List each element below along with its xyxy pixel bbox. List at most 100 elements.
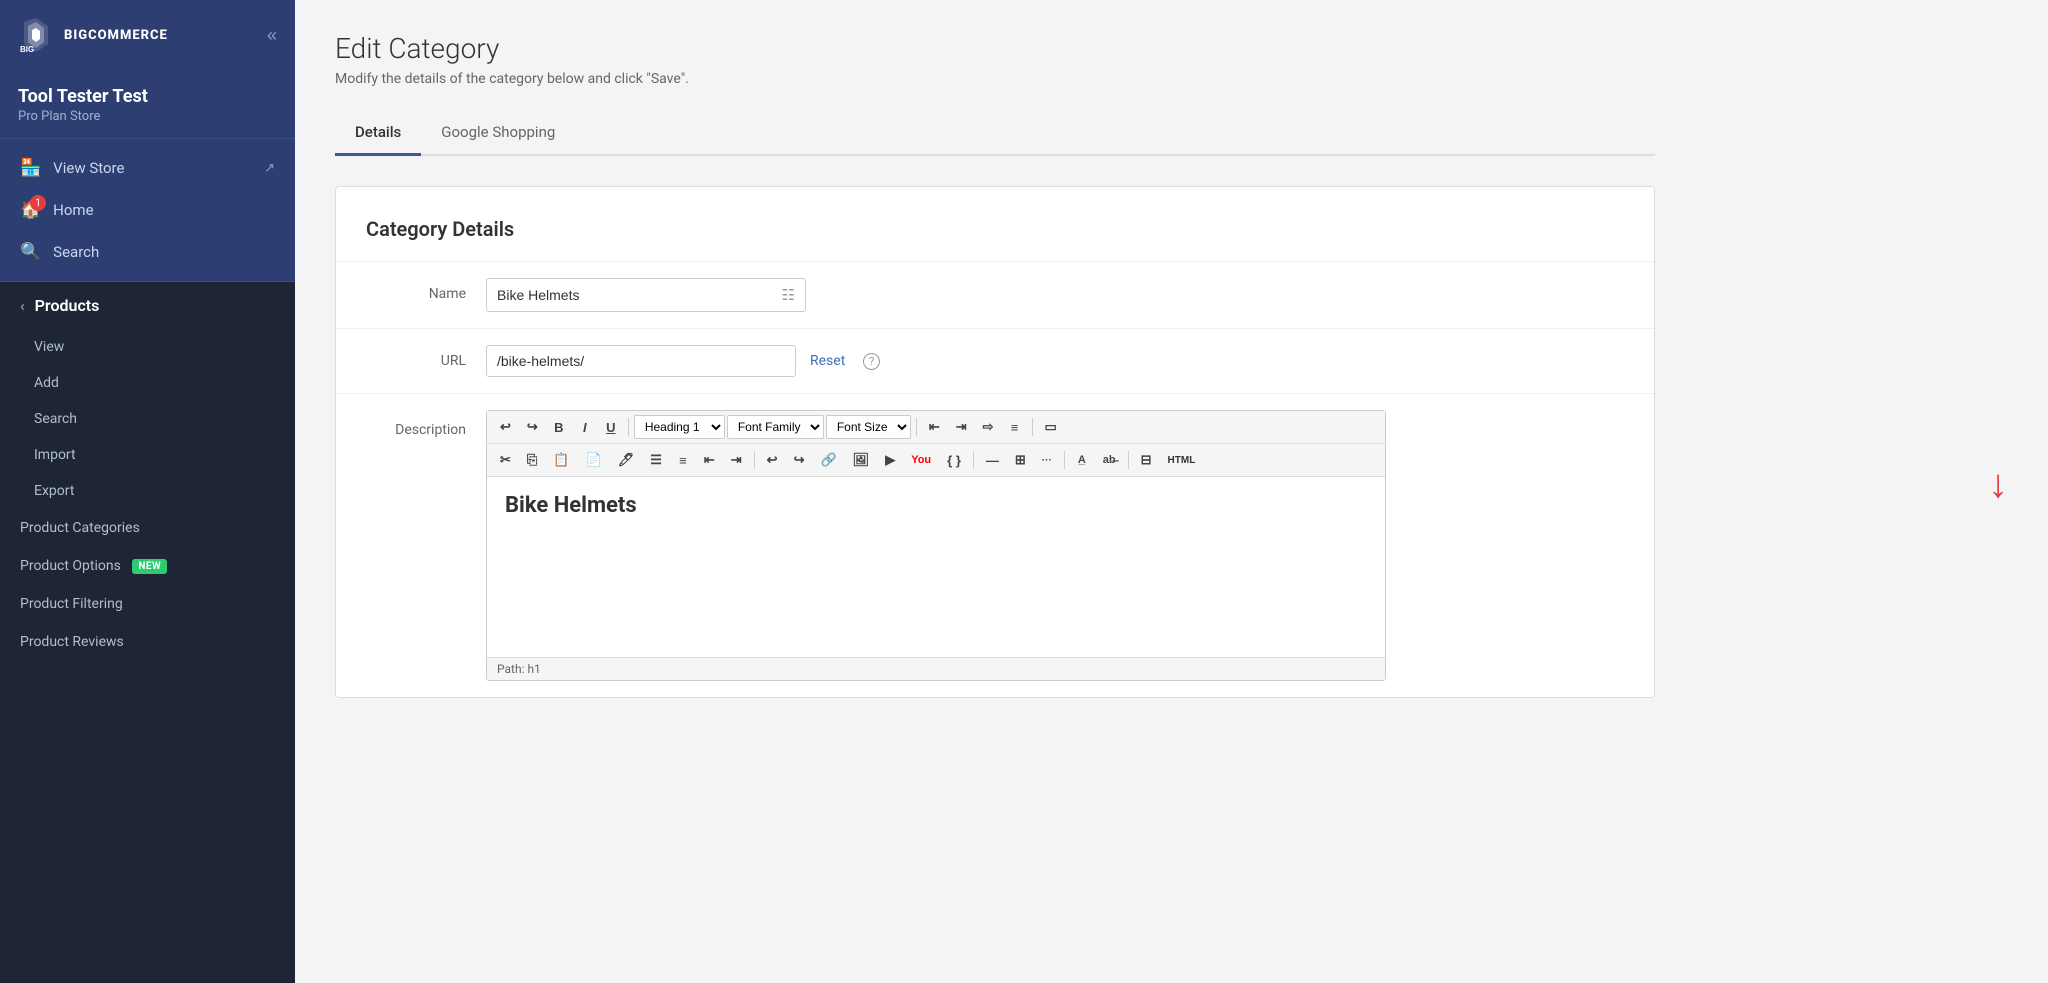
youtube-button[interactable]: You (904, 450, 938, 470)
undo-button[interactable]: ↩ (493, 415, 518, 439)
html-button[interactable]: HTML (1161, 451, 1203, 470)
editor-body[interactable]: Bike Helmets (487, 477, 1385, 657)
external-link-icon: ↗ (264, 161, 275, 176)
url-label: URL (366, 345, 486, 369)
font-family-select[interactable]: Font Family (727, 415, 824, 439)
search-nav-label: Search (53, 243, 99, 261)
name-row: Name ☷ (336, 261, 1654, 328)
style2-button[interactable]: ab̶ (1096, 450, 1123, 470)
home-badge: 1 (30, 195, 46, 211)
url-row-inner: Reset ? (486, 345, 1624, 377)
new-badge: NEW (132, 559, 167, 574)
category-details-title: Category Details (336, 217, 1654, 261)
outdent-button[interactable]: ⇤ (697, 448, 722, 472)
page-subtitle: Modify the details of the category below… (335, 71, 1655, 87)
dotdot-button[interactable]: ··· (1035, 451, 1059, 470)
toolbar-separator-2 (916, 418, 917, 436)
view-store-label: View Store (53, 159, 124, 177)
table2-button[interactable]: ⊟ (1134, 448, 1159, 472)
heading-select[interactable]: Heading 1 Heading 2 Heading 3 Paragraph (634, 415, 725, 439)
image-button[interactable]: 🖼 (846, 448, 877, 472)
name-input-wrapper[interactable]: ☷ (486, 278, 806, 312)
url-input[interactable] (486, 345, 796, 377)
name-input[interactable] (497, 287, 782, 303)
url-control: Reset ? (486, 345, 1624, 377)
search-nav-icon: 🔍 (20, 242, 41, 262)
products-sub-import[interactable]: Import (0, 437, 295, 473)
toolbar2-separator-4 (1128, 451, 1129, 469)
align-center-button[interactable]: ⇥ (949, 415, 974, 439)
back-arrow-icon: ‹ (20, 297, 25, 315)
nav-top: 🏪 View Store ↗ 🏠 1 Home 🔍 Search (0, 139, 295, 282)
home-label: Home (53, 201, 93, 219)
code-button[interactable]: { } (940, 449, 968, 472)
font-size-select[interactable]: Font Size (826, 415, 911, 439)
align-right-button[interactable]: ⇨ (976, 415, 1001, 439)
logo-text: BIGCOMMERCE (64, 28, 168, 43)
sidebar-item-product-reviews[interactable]: Product Reviews (0, 623, 295, 661)
toolbar-separator-1 (628, 418, 629, 436)
sidebar-header: BIG BIGCOMMERCE « (0, 0, 295, 68)
products-sub-add[interactable]: Add (0, 365, 295, 401)
help-icon[interactable]: ? (863, 353, 880, 370)
store-info: Tool Tester Test Pro Plan Store (0, 68, 295, 139)
editor-toolbar-1: ↩ ↪ B I U Heading 1 Heading 2 Heading 3 … (487, 411, 1385, 444)
align-justify-button[interactable]: ≡ (1003, 416, 1027, 439)
paste-button[interactable]: 📋 (546, 448, 576, 472)
indent-button[interactable]: ⇥ (724, 448, 749, 472)
toolbar2-separator-2 (973, 451, 974, 469)
tab-details[interactable]: Details (335, 111, 421, 156)
sidebar-item-view-store[interactable]: 🏪 View Store ↗ (0, 147, 295, 189)
editor-wrap: ↩ ↪ B I U Heading 1 Heading 2 Heading 3 … (486, 410, 1386, 681)
reset-link[interactable]: Reset (810, 353, 845, 369)
editor-statusbar: Path: h1 (487, 657, 1385, 680)
svg-text:BIG: BIG (20, 45, 34, 54)
tab-google-shopping[interactable]: Google Shopping (421, 111, 575, 156)
logo-area: BIG BIGCOMMERCE (18, 16, 168, 54)
products-sub-export[interactable]: Export (0, 473, 295, 509)
description-control: ↩ ↪ B I U Heading 1 Heading 2 Heading 3 … (486, 410, 1386, 681)
video-button[interactable]: ▶ (878, 448, 902, 472)
block-button[interactable]: ▭ (1038, 415, 1064, 439)
redo-button[interactable]: ↪ (520, 415, 545, 439)
link-button[interactable]: 🔗 (813, 448, 843, 472)
cut-button[interactable]: ✂ (493, 448, 518, 472)
toolbar2-separator-1 (754, 451, 755, 469)
url-row: URL Reset ? (336, 328, 1654, 393)
align-left-button[interactable]: ⇤ (922, 415, 947, 439)
redo2-button[interactable]: ↪ (787, 448, 812, 472)
store-icon: 🏪 (20, 158, 41, 178)
products-section-header[interactable]: ‹ Products (0, 282, 295, 329)
category-details-section: Category Details Name ☷ URL Reset (335, 186, 1655, 698)
products-sub-view[interactable]: View (0, 329, 295, 365)
hr-button[interactable]: — (979, 449, 1006, 472)
numbered-list-button[interactable]: ≡ (671, 449, 695, 472)
undo2-button[interactable]: ↩ (760, 448, 785, 472)
copy-button[interactable]: ⎘ (520, 448, 544, 472)
sidebar-item-search[interactable]: 🔍 Search (0, 231, 295, 273)
tabs: Details Google Shopping (335, 111, 1655, 156)
page-title: Edit Category (335, 32, 1655, 65)
sidebar-item-product-options[interactable]: Product Options NEW (0, 547, 295, 585)
nav-products: ‹ Products View Add Search Import Export… (0, 282, 295, 983)
underline-button[interactable]: U (599, 416, 623, 439)
editor-content-heading: Bike Helmets (505, 493, 1367, 518)
description-row: Description ↩ ↪ B I U Heading 1 (336, 393, 1654, 697)
clean-button[interactable]: 🖊 (611, 448, 642, 472)
sidebar-item-product-filtering[interactable]: Product Filtering (0, 585, 295, 623)
products-sub-search[interactable]: Search (0, 401, 295, 437)
style1-button[interactable]: A̲ (1070, 450, 1094, 470)
paste-text-button[interactable]: 📄 (579, 448, 609, 472)
sidebar-item-home[interactable]: 🏠 1 Home (0, 189, 295, 231)
store-name: Tool Tester Test (18, 86, 277, 107)
collapse-sidebar-button[interactable]: « (267, 25, 277, 46)
main-content: Edit Category Modify the details of the … (295, 0, 2048, 983)
bullet-list-button[interactable]: ☰ (643, 448, 669, 472)
bigcommerce-logo: BIG (18, 16, 56, 54)
italic-button[interactable]: I (573, 416, 597, 439)
table-button[interactable]: ⊞ (1008, 448, 1033, 472)
name-input-icon: ☷ (782, 286, 795, 304)
bold-button[interactable]: B (547, 416, 571, 439)
description-label: Description (366, 410, 486, 438)
sidebar-item-product-categories[interactable]: Product Categories (0, 509, 295, 547)
